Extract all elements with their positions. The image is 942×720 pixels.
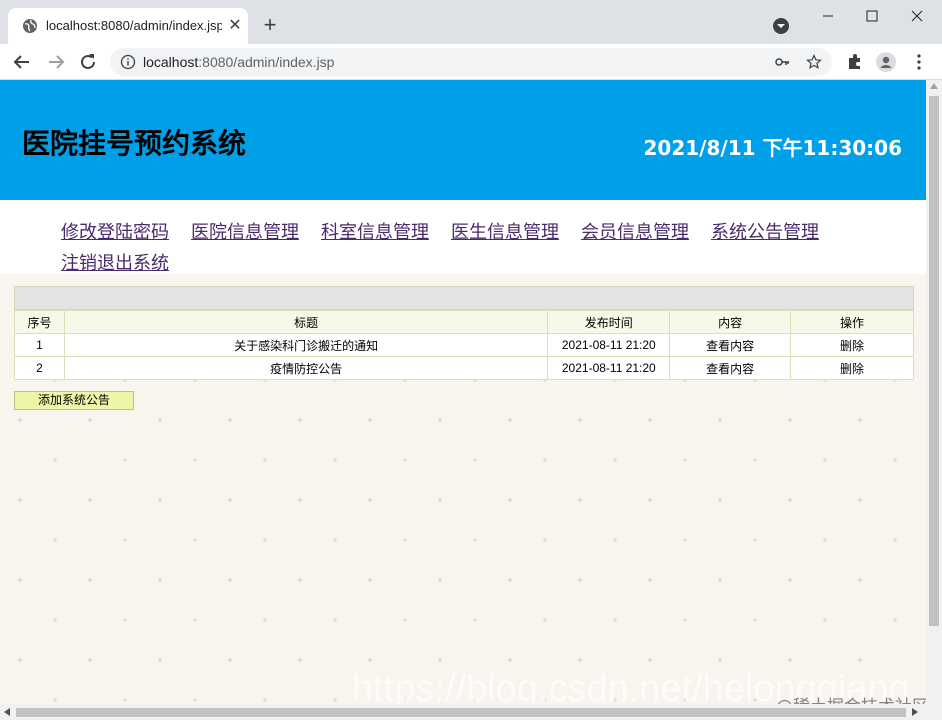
delete-link[interactable]: 删除 [790,356,914,380]
browser-toolbar: localhost:8080/admin/index.jsp [0,44,942,80]
vertical-scroll-thumb[interactable] [929,96,939,626]
col-header-action: 操作 [790,310,914,334]
cell-time: 2021-08-11 21:20 [547,356,671,380]
profile-avatar-icon[interactable] [876,52,896,72]
horizontal-scrollbar[interactable] [0,704,942,720]
add-notice-button[interactable]: 添加系统公告 [14,391,134,410]
site-title: 医院挂号预约系统 [22,127,247,160]
nav-doctor-info[interactable]: 医生信息管理 [451,218,559,244]
delete-link[interactable]: 删除 [790,333,914,357]
url-path: :8080/admin/index.jsp [198,54,335,70]
minimize-icon[interactable] [816,6,840,26]
table-row: 1 关于感染科门诊搬迁的通知 2021-08-11 21:20 查看内容 删除 [14,333,914,357]
table-header-row: 序号 标题 发布时间 内容 操作 [14,310,914,334]
view-content-link[interactable]: 查看内容 [669,356,792,380]
vertical-scrollbar[interactable] [926,80,942,704]
nav-department-info[interactable]: 科室信息管理 [321,218,429,244]
maximize-icon[interactable] [860,6,884,26]
reload-icon[interactable] [76,50,100,74]
col-header-content: 内容 [669,310,792,334]
url-text: localhost:8080/admin/index.jsp [143,54,334,70]
url-host: localhost [143,54,199,70]
col-header-no: 序号 [14,310,65,334]
scroll-right-arrow-icon[interactable] [912,708,918,716]
window-close-icon[interactable] [905,6,929,26]
cell-no: 2 [14,356,65,380]
nav-hospital-info[interactable]: 医院信息管理 [191,218,299,244]
key-icon[interactable] [774,54,790,70]
cell-title: 关于感染科门诊搬迁的通知 [63,333,549,357]
bookmark-star-icon[interactable] [806,54,822,70]
notice-table-container: 序号 标题 发布时间 内容 操作 1 关于感染科门诊搬迁的通知 2021-08-… [14,286,914,380]
watermark-label: @稀土掘金技术社区 [776,692,926,704]
forward-icon[interactable] [44,50,68,74]
new-tab-icon[interactable]: + [258,13,282,37]
clock-display: 2021/8/11 下午11:30:06 [643,136,902,160]
col-header-time: 发布时间 [547,310,671,334]
browser-tab[interactable]: localhost:8080/admin/index.jsp ✕ [8,8,248,44]
view-content-link[interactable]: 查看内容 [669,333,792,357]
back-icon[interactable] [10,50,34,74]
table-row: 2 疫情防控公告 2021-08-11 21:20 查看内容 删除 [14,356,914,380]
globe-icon [23,19,37,33]
nav-change-password[interactable]: 修改登陆密码 [61,218,169,244]
cell-title: 疫情防控公告 [63,356,549,380]
cell-time: 2021-08-11 21:20 [547,333,671,357]
nav-logout[interactable]: 注销退出系统 [61,249,169,275]
table-caption-bar [14,286,914,310]
notice-table: 序号 标题 发布时间 内容 操作 1 关于感染科门诊搬迁的通知 2021-08-… [14,310,914,380]
main-nav-menu: 修改登陆密码 医院信息管理 科室信息管理 医生信息管理 会员信息管理 系统公告管… [0,200,926,274]
tab-search-icon[interactable] [772,17,790,35]
horizontal-scroll-thumb[interactable] [16,708,906,717]
browser-menu-icon[interactable] [909,52,929,72]
browser-tabstrip: localhost:8080/admin/index.jsp ✕ + [0,0,942,44]
cell-no: 1 [14,333,65,357]
page-viewport: 医院挂号预约系统 2021/8/11 下午11:30:06 修改登陆密码 医院信… [0,80,926,704]
extensions-puzzle-icon[interactable] [845,52,865,72]
site-info-icon[interactable] [120,54,136,70]
scroll-up-arrow-icon[interactable] [930,83,938,89]
nav-member-info[interactable]: 会员信息管理 [581,218,689,244]
tab-close-icon[interactable]: ✕ [226,17,244,35]
tab-title: localhost:8080/admin/index.jsp [46,18,222,33]
address-bar[interactable]: localhost:8080/admin/index.jsp [110,48,832,76]
col-header-title: 标题 [63,310,549,334]
nav-system-notice[interactable]: 系统公告管理 [711,218,819,244]
scroll-left-arrow-icon[interactable] [4,708,10,716]
header-banner: 医院挂号预约系统 2021/8/11 下午11:30:06 [0,80,926,200]
